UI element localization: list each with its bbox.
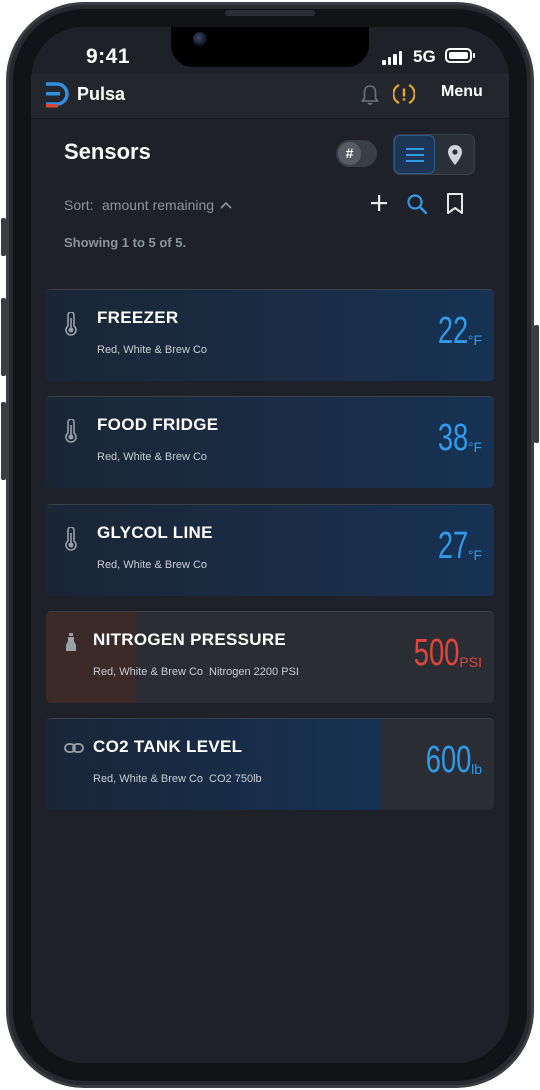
level-fill — [46, 612, 136, 703]
network-type: 5G — [413, 47, 436, 66]
results-count: Showing 1 to 5 of 5. — [64, 235, 187, 250]
alert-icon[interactable] — [393, 82, 415, 106]
sensor-value: 27 — [437, 525, 468, 567]
sensor-value: 600 — [425, 739, 472, 781]
volume-down-button — [1, 402, 6, 480]
map-view-button[interactable] — [435, 135, 474, 174]
sensor-location: Red, White & Brew Co — [93, 773, 204, 785]
sensor-reading: 27 °F — [426, 527, 482, 565]
sensor-unit: °F — [467, 439, 482, 455]
add-icon[interactable] — [369, 193, 389, 213]
link-icon — [64, 743, 84, 753]
sensor-location: Red, White & Brew Co — [97, 559, 208, 571]
sensor-unit: PSI — [459, 654, 482, 670]
sort-dropdown[interactable]: amount remaining — [102, 197, 214, 213]
power-button — [534, 325, 539, 443]
sensor-unit: °F — [467, 332, 482, 348]
hash-toggle[interactable]: # — [336, 140, 377, 167]
sensor-card[interactable]: FREEZER Red, White & Brew Co 22 °F — [46, 289, 494, 381]
gas-tank-icon — [66, 633, 76, 651]
sensor-reading: 600 lb — [408, 741, 482, 779]
notch — [171, 27, 369, 67]
volume-up-button — [1, 298, 6, 376]
sensor-name: FREEZER — [97, 308, 179, 327]
thermometer-icon — [65, 312, 77, 336]
sensor-value: 22 — [437, 310, 468, 352]
sensor-location-line: Red, White & Brew Co CO2 750lb — [93, 773, 262, 785]
view-switcher — [393, 134, 475, 175]
sensor-card[interactable]: CO2 TANK LEVEL Red, White & Brew Co CO2 7… — [46, 718, 494, 810]
camera-icon — [193, 32, 207, 46]
bookmark-icon[interactable] — [446, 193, 464, 215]
speaker-grille — [225, 10, 315, 16]
level-fill — [46, 719, 382, 810]
sensor-location-line: Red, White & Brew Co Nitrogen 2200 PSI — [93, 666, 299, 678]
sensor-location: Red, White & Brew Co — [97, 344, 208, 356]
app-header: Pulsa Menu — [31, 74, 509, 118]
sensor-unit: lb — [471, 761, 482, 777]
sensor-reading: 22 °F — [426, 312, 482, 350]
sensor-card[interactable]: FOOD FRIDGE Red, White & Brew Co 38 °F — [46, 396, 494, 488]
location-pin-icon — [447, 144, 462, 165]
list-icon — [405, 147, 424, 162]
battery-icon — [445, 48, 475, 63]
thermometer-icon — [65, 419, 77, 443]
header-divider — [31, 118, 509, 119]
sensor-card[interactable]: GLYCOL LINE Red, White & Brew Co 27 °F — [46, 504, 494, 596]
sensor-location: Red, White & Brew Co — [97, 451, 208, 463]
hash-toggle-knob: # — [338, 142, 361, 165]
sensor-detail: CO2 750lb — [209, 773, 262, 785]
sensor-location: Red, White & Brew Co — [93, 666, 204, 678]
sensor-unit: °F — [467, 547, 482, 563]
bell-icon[interactable] — [361, 84, 379, 106]
screen: 9:41 5G Pulsa Menu Sensors # Sort: amoun… — [31, 27, 509, 1063]
list-view-button[interactable] — [394, 135, 435, 174]
sensor-name: FOOD FRIDGE — [97, 415, 219, 434]
thermometer-icon — [65, 527, 77, 551]
search-icon[interactable] — [406, 193, 428, 215]
sensor-name: GLYCOL LINE — [97, 523, 213, 542]
sensor-reading: 500 PSI — [396, 634, 482, 672]
signal-icon — [382, 49, 402, 65]
sensor-name: NITROGEN PRESSURE — [93, 630, 287, 649]
page-title: Sensors — [64, 139, 151, 164]
sensor-card[interactable]: NITROGEN PRESSURE Red, White & Brew Co Ni… — [46, 611, 494, 703]
sensor-detail: Nitrogen 2200 PSI — [209, 666, 299, 678]
sensor-name: CO2 TANK LEVEL — [93, 737, 243, 756]
sensor-value: 38 — [437, 417, 468, 459]
sort-label: Sort: — [64, 197, 94, 213]
chevron-up-icon[interactable] — [219, 198, 233, 212]
pulsa-logo-icon — [46, 82, 69, 108]
sensor-reading: 38 °F — [426, 419, 482, 457]
menu-button[interactable]: Menu — [441, 83, 483, 101]
status-time: 9:41 — [86, 45, 131, 68]
sensor-value: 500 — [413, 632, 460, 674]
mute-switch — [1, 218, 6, 256]
brand-name: Pulsa — [77, 84, 126, 104]
